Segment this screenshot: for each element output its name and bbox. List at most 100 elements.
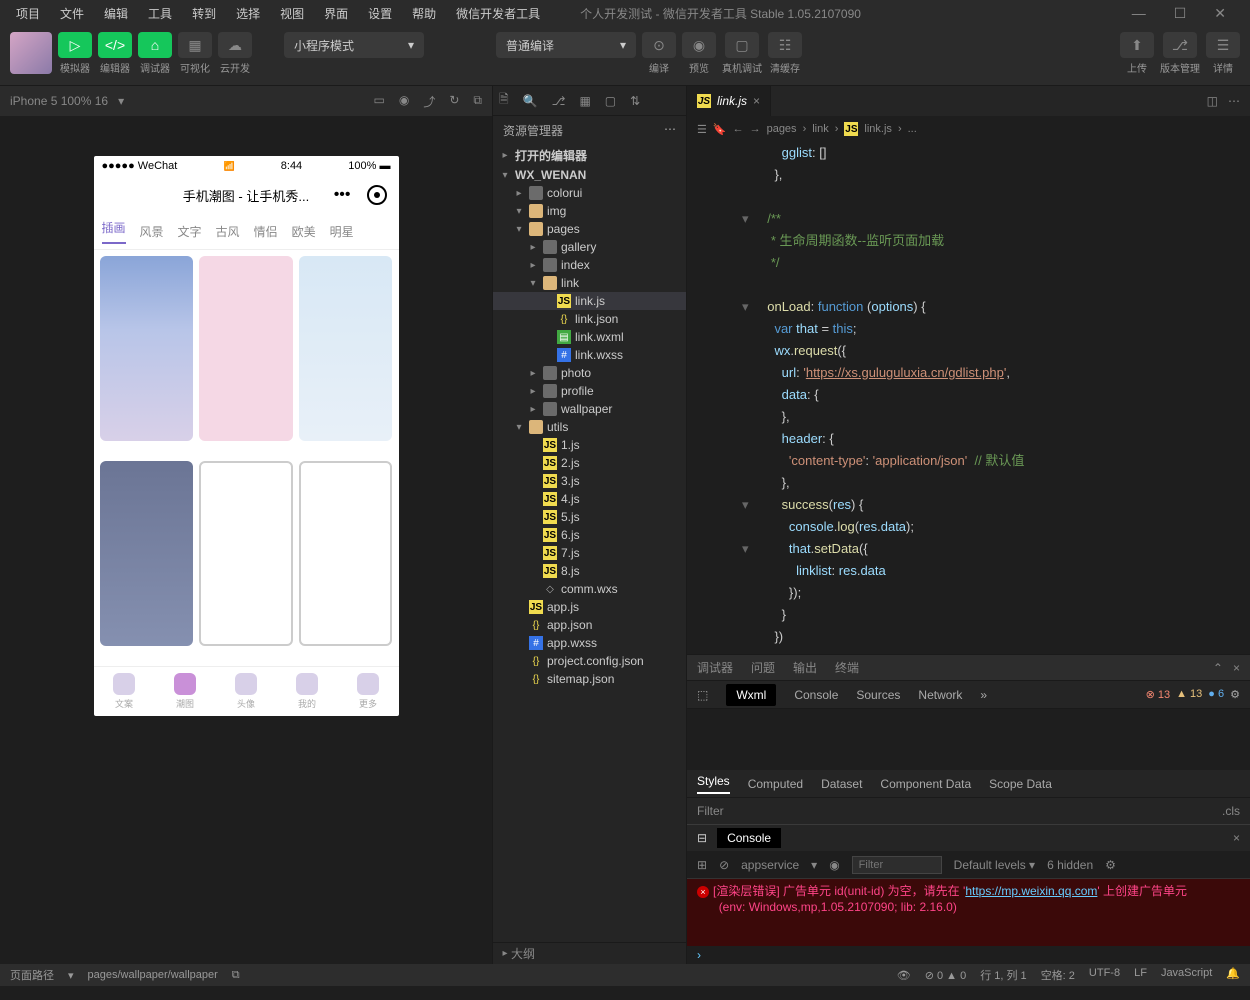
maximize-icon[interactable]: ☐ xyxy=(1166,2,1195,25)
compile-select[interactable]: 普通编译▾ xyxy=(496,32,636,58)
tree-item[interactable]: JSapp.js xyxy=(493,598,686,616)
tree-item[interactable]: ▸gallery xyxy=(493,238,686,256)
collapse-icon[interactable]: ⊟ xyxy=(697,831,707,845)
menu-item[interactable]: 项目 xyxy=(8,2,48,25)
outline-section[interactable]: ▸大纲 xyxy=(493,942,686,964)
bell-icon[interactable]: 🔔 xyxy=(1226,967,1240,983)
sub-styles[interactable]: Styles xyxy=(697,774,730,794)
wallpaper-card[interactable] xyxy=(199,256,293,441)
menu-item[interactable]: 设置 xyxy=(360,2,400,25)
tree-item[interactable]: ▸colorui xyxy=(493,184,686,202)
wallpaper-card[interactable] xyxy=(100,256,194,441)
sub-compdata[interactable]: Component Data xyxy=(880,777,971,791)
tree-item[interactable]: JS5.js xyxy=(493,508,686,526)
eye-icon[interactable]: ◉ xyxy=(829,858,839,872)
category-tab[interactable]: 情侣 xyxy=(254,223,278,240)
menu-item[interactable]: 选择 xyxy=(228,2,268,25)
sidebar-icon[interactable]: ⊞ xyxy=(697,858,707,872)
menu-item[interactable]: 界面 xyxy=(316,2,356,25)
filter-input[interactable] xyxy=(852,856,942,874)
split-icon[interactable]: ◫ xyxy=(1207,94,1218,108)
tab-network[interactable]: Network xyxy=(918,688,962,702)
tree-item[interactable]: ▸index xyxy=(493,256,686,274)
details-button[interactable]: ☰ xyxy=(1206,32,1240,58)
tree-item[interactable]: JS2.js xyxy=(493,454,686,472)
tree-item[interactable]: #app.wxss xyxy=(493,634,686,652)
tab-linkjs[interactable]: JSlink.js× xyxy=(687,86,771,116)
context-select[interactable]: appservice xyxy=(741,858,799,872)
tree-item[interactable]: JS1.js xyxy=(493,436,686,454)
tab-sources[interactable]: Sources xyxy=(856,688,900,702)
nav-item[interactable]: 头像 xyxy=(235,673,257,710)
dv-terminal[interactable]: 终端 xyxy=(835,659,859,676)
more-tabs-icon[interactable]: » xyxy=(980,688,987,702)
close-icon[interactable]: × xyxy=(1233,831,1240,845)
encoding[interactable]: UTF-8 xyxy=(1089,967,1120,983)
tab-console[interactable]: Console xyxy=(794,688,838,702)
files-icon[interactable]: 🗎 xyxy=(499,90,509,111)
tree-item[interactable]: JS3.js xyxy=(493,472,686,490)
category-tab[interactable]: 插画 xyxy=(102,219,126,244)
close-icon[interactable]: ✕ xyxy=(1206,2,1234,25)
preview-button[interactable]: ◉ xyxy=(682,32,716,58)
tree-item[interactable]: {}app.json xyxy=(493,616,686,634)
device-label[interactable]: iPhone 5 100% 16 xyxy=(10,94,108,108)
filter-input[interactable]: Filter xyxy=(697,804,724,818)
nav-item[interactable]: 更多 xyxy=(357,673,379,710)
console-tab[interactable]: Console xyxy=(717,828,781,848)
nav-item[interactable]: 我的 xyxy=(296,673,318,710)
category-tab[interactable]: 风景 xyxy=(140,223,164,240)
spaces[interactable]: 空格: 2 xyxy=(1041,967,1075,983)
tree-item[interactable]: JS8.js xyxy=(493,562,686,580)
editor-button[interactable]: </> xyxy=(98,32,132,58)
sim-record-icon[interactable]: ◉ xyxy=(399,93,409,110)
sim-phone-icon[interactable]: ▭ xyxy=(374,93,385,110)
tree-item[interactable]: JS7.js xyxy=(493,544,686,562)
levels-select[interactable]: Default levels ▾ xyxy=(954,858,1035,872)
tree-item[interactable]: {}link.json xyxy=(493,310,686,328)
tree-item[interactable]: ▾img xyxy=(493,202,686,220)
close-icon[interactable]: × xyxy=(1233,661,1240,675)
menu-item[interactable]: 文件 xyxy=(52,2,92,25)
tree-item[interactable]: {}sitemap.json xyxy=(493,670,686,688)
sim-rotate-icon[interactable]: ↻ xyxy=(449,93,459,110)
more-icon[interactable]: ••• xyxy=(334,186,351,204)
wallpaper-card[interactable] xyxy=(299,256,393,441)
dv-output[interactable]: 输出 xyxy=(793,659,817,676)
mode-select[interactable]: 小程序模式▾ xyxy=(284,32,424,58)
sim-copy-icon[interactable]: ⧉ xyxy=(473,93,482,110)
branch-icon[interactable]: ⎇ xyxy=(552,94,566,108)
tree-item[interactable]: #link.wxss xyxy=(493,346,686,364)
ext-icon[interactable]: ▦ xyxy=(579,94,590,108)
sub-dataset[interactable]: Dataset xyxy=(821,777,862,791)
chevron-up-icon[interactable]: ⌃ xyxy=(1213,661,1223,675)
clear-icon[interactable]: ⊘ xyxy=(719,858,729,872)
visual-button[interactable]: ▦ xyxy=(178,32,212,58)
tree-item[interactable]: ▤link.wxml xyxy=(493,328,686,346)
eye-icon[interactable]: 👁 xyxy=(897,969,911,982)
remote-debug-button[interactable]: ▢ xyxy=(725,32,759,58)
category-tab[interactable]: 文字 xyxy=(178,223,202,240)
sub-scope[interactable]: Scope Data xyxy=(989,777,1052,791)
page-path[interactable]: pages/wallpaper/wallpaper xyxy=(88,969,218,981)
minimize-icon[interactable]: — xyxy=(1124,2,1154,25)
category-tab[interactable]: 欧美 xyxy=(292,223,316,240)
tree-item[interactable]: ▸profile xyxy=(493,382,686,400)
gear-icon[interactable]: ⚙ xyxy=(1230,688,1240,701)
version-button[interactable]: ⎇ xyxy=(1163,32,1197,58)
tree-item[interactable]: ▾pages xyxy=(493,220,686,238)
phone-simulator[interactable]: ●●●●● WeChat📶 8:44 100% ▬ 手机潮图 - 让手机秀...… xyxy=(94,156,399,716)
tree-item[interactable]: JS6.js xyxy=(493,526,686,544)
debugger-button[interactable]: ⌂ xyxy=(138,32,172,58)
box-icon[interactable]: ▢ xyxy=(605,94,616,108)
breadcrumb[interactable]: ☰🔖←→ pages›link› JSlink.js›... xyxy=(687,116,1250,142)
language[interactable]: JavaScript xyxy=(1161,967,1212,983)
tree-item[interactable]: ▾utils xyxy=(493,418,686,436)
wallpaper-card[interactable] xyxy=(199,461,293,646)
section-project[interactable]: ▾WX_WENAN xyxy=(493,166,686,184)
menu-item[interactable]: 视图 xyxy=(272,2,312,25)
search-icon[interactable]: 🔍 xyxy=(523,94,538,108)
menu-item[interactable]: 转到 xyxy=(184,2,224,25)
eol[interactable]: LF xyxy=(1134,967,1147,983)
compile-button[interactable]: ⊙ xyxy=(642,32,676,58)
